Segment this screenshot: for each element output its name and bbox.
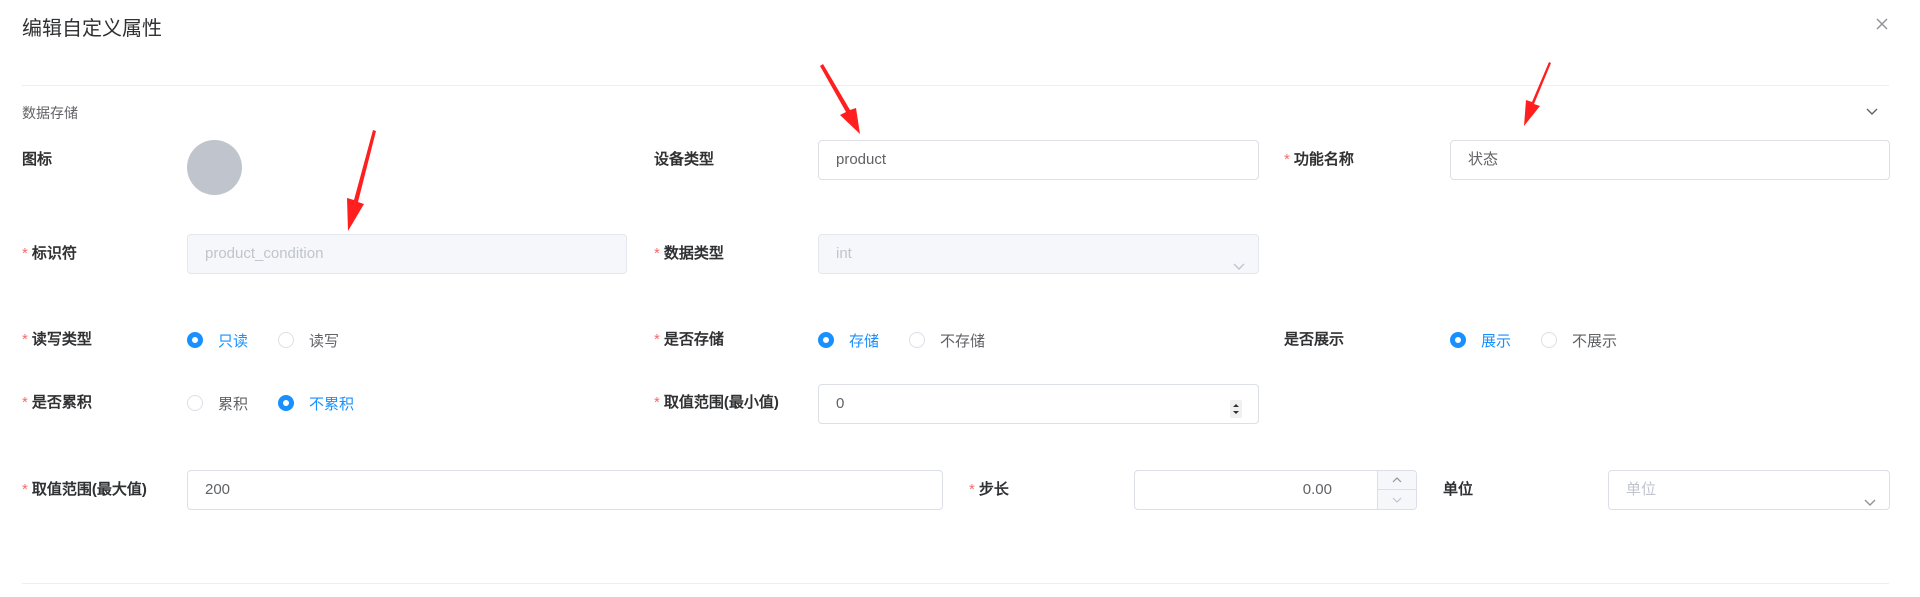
radio-unchecked-icon <box>1541 332 1558 348</box>
range-max-label: * 取值范围(最大值) <box>22 481 147 498</box>
spinner-icon[interactable] <box>1230 395 1242 418</box>
data-type-label: * 数据类型 <box>654 245 724 262</box>
rw-type-label: * 读写类型 <box>22 331 92 348</box>
header-divider <box>22 85 1889 86</box>
rw-type-radio-group: 只读 读写 <box>187 330 369 350</box>
step-label: * 步长 <box>969 481 1009 498</box>
avatar[interactable] <box>187 140 242 195</box>
radio-checked-icon <box>187 332 203 348</box>
radio-readwrite[interactable]: 读写 <box>278 330 339 351</box>
is-cumulative-label: * 是否累积 <box>22 394 92 411</box>
is-cumulative-radio-group: 累积 不累积 <box>187 393 384 413</box>
is-stored-radio-group: 存储 不存储 <box>818 330 1015 350</box>
radio-unchecked-icon <box>278 332 295 348</box>
is-stored-label: * 是否存储 <box>654 331 724 348</box>
identifier-input: product_condition <box>187 234 627 274</box>
device-type-input[interactable]: product <box>818 140 1259 180</box>
dialog-title: 编辑自定义属性 <box>22 18 162 40</box>
radio-unchecked-icon <box>187 395 203 411</box>
is-shown-radio-group: 展示 不展示 <box>1450 330 1647 350</box>
radio-show[interactable]: 展示 <box>1450 330 1511 351</box>
unit-label: 单位 <box>1443 481 1474 498</box>
is-shown-label: 是否展示 <box>1284 331 1345 348</box>
chevron-down-icon <box>1863 485 1877 506</box>
radio-checked-icon <box>1450 332 1466 348</box>
radio-no-show[interactable]: 不展示 <box>1541 330 1617 351</box>
function-name-label: * 功能名称 <box>1284 151 1354 168</box>
stepper-down-icon[interactable] <box>1378 490 1416 509</box>
annotation-arrow-function-name <box>1524 62 1551 126</box>
radio-store[interactable]: 存储 <box>818 330 879 351</box>
radio-cumulative[interactable]: 累积 <box>187 393 248 414</box>
range-max-input[interactable]: 200 <box>187 470 943 510</box>
radio-unchecked-icon <box>909 332 926 348</box>
stepper-up-icon[interactable] <box>1378 471 1416 490</box>
step-stepper[interactable]: 0.00 <box>1134 470 1417 510</box>
section-title: 数据存储 <box>22 105 78 121</box>
range-min-label: * 取值范围(最小值) <box>654 394 779 411</box>
identifier-label: * 标识符 <box>22 245 77 262</box>
annotation-arrow-identifier <box>347 130 376 231</box>
chevron-down-icon <box>1232 249 1246 270</box>
radio-no-store[interactable]: 不存储 <box>909 330 985 351</box>
chevron-down-icon[interactable] <box>1864 103 1884 123</box>
device-type-label: 设备类型 <box>654 151 715 168</box>
range-min-input[interactable]: 0 <box>818 384 1259 424</box>
icon-label: 图标 <box>22 151 53 168</box>
close-icon[interactable] <box>1872 16 1892 36</box>
radio-not-cumulative[interactable]: 不累积 <box>278 393 354 414</box>
stepper-controls <box>1377 471 1416 509</box>
unit-select[interactable]: 单位 <box>1608 470 1890 510</box>
radio-checked-icon <box>818 332 834 348</box>
footer-divider <box>22 583 1889 584</box>
data-type-select: int <box>818 234 1259 274</box>
annotation-arrow-device-type <box>820 64 860 134</box>
radio-readonly[interactable]: 只读 <box>187 330 248 351</box>
radio-checked-icon <box>278 395 295 411</box>
function-name-input[interactable]: 状态 <box>1450 140 1890 180</box>
